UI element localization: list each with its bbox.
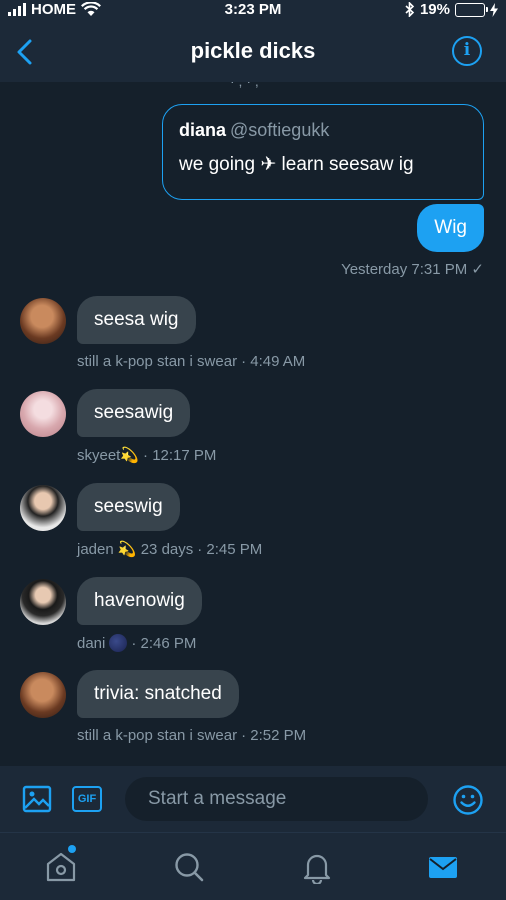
message-item: havenowig dani · 2:46 PM bbox=[0, 577, 506, 657]
conversation-header: pickle dicks i bbox=[0, 20, 506, 82]
avatar[interactable] bbox=[20, 391, 66, 437]
message-time: · 2:46 PM bbox=[131, 634, 197, 652]
message-bubble[interactable]: seeswig bbox=[77, 483, 180, 531]
avatar[interactable] bbox=[20, 485, 66, 531]
message-meta: skyeet💫 · 12:17 PM bbox=[77, 446, 217, 465]
message-item: seesa wig still a k-pop stan i swear · 4… bbox=[0, 296, 506, 376]
own-message-bubble[interactable]: Wig bbox=[417, 204, 484, 252]
home-tab-icon[interactable] bbox=[44, 850, 78, 884]
message-bubble[interactable]: seesa wig bbox=[77, 296, 196, 344]
clipped-text: · ; · , bbox=[230, 82, 259, 89]
own-message-meta: Yesterday 7:31 PM ✓ bbox=[341, 261, 484, 278]
message-bubble[interactable]: havenowig bbox=[77, 577, 202, 625]
message-bubble[interactable]: seesawig bbox=[77, 389, 191, 437]
message-time: · 2:45 PM bbox=[197, 540, 263, 558]
sender-name: dani bbox=[77, 634, 106, 652]
notifications-tab-icon[interactable] bbox=[300, 850, 334, 884]
sender-name: still a k-pop stan i swear bbox=[77, 727, 238, 744]
message-meta: still a k-pop stan i swear · 2:52 PM bbox=[77, 727, 306, 744]
message-bubble[interactable]: trivia: snatched bbox=[77, 670, 239, 718]
avatar[interactable] bbox=[20, 298, 66, 344]
message-composer: GIF bbox=[0, 766, 506, 832]
quoted-tweet-name: diana bbox=[179, 120, 227, 140]
battery-percent: 19% bbox=[419, 1, 450, 18]
message-meta: jaden 💫 23 days · 2:45 PM bbox=[77, 540, 263, 559]
emoji-icon[interactable] bbox=[452, 784, 484, 816]
charging-icon bbox=[490, 2, 498, 17]
sender-name: still a k-pop stan i swear bbox=[77, 353, 238, 370]
home-notification-dot bbox=[68, 845, 76, 853]
battery-icon bbox=[455, 2, 488, 17]
message-list[interactable]: · ; · , diana@softiegukk we going ✈ lear… bbox=[0, 82, 506, 766]
quoted-tweet-card[interactable]: diana @softiegukk we going ✈ learn seesaw… bbox=[162, 104, 484, 200]
quoted-tweet-header: diana @softiegukk bbox=[179, 120, 467, 141]
status-bar: HOME 3:23 PM 19% bbox=[0, 0, 506, 20]
message-time: · 4:49 AM bbox=[241, 353, 306, 370]
messages-tab-icon[interactable] bbox=[426, 850, 460, 884]
status-right: 19% bbox=[405, 1, 498, 18]
gif-button[interactable]: GIF bbox=[72, 786, 102, 812]
message-meta: dani · 2:46 PM bbox=[77, 634, 196, 652]
bluetooth-icon bbox=[405, 2, 415, 17]
avatar[interactable] bbox=[20, 672, 66, 718]
avatar[interactable] bbox=[20, 579, 66, 625]
message-time: · 2:52 PM bbox=[241, 727, 307, 744]
message-item: seesawig skyeet💫 · 12:17 PM bbox=[0, 389, 506, 469]
quoted-tweet-text: we going ✈ learn seesaw ig bbox=[179, 154, 414, 175]
info-button[interactable]: i bbox=[452, 36, 482, 66]
sender-name: jaden 💫 23 days bbox=[77, 541, 194, 558]
message-input[interactable] bbox=[125, 777, 428, 821]
conversation-title: pickle dicks bbox=[190, 38, 316, 63]
quoted-tweet-handle: @softiegukk bbox=[230, 120, 330, 140]
search-tab-icon[interactable] bbox=[172, 850, 206, 884]
moon-emoji-icon bbox=[109, 634, 128, 652]
image-icon[interactable] bbox=[22, 784, 52, 814]
message-item: trivia: snatched still a k-pop stan i sw… bbox=[0, 670, 506, 750]
message-meta: still a k-pop stan i swear · 4:49 AM bbox=[77, 353, 305, 370]
sender-name: skyeet💫 bbox=[77, 447, 140, 464]
message-time: · 12:17 PM bbox=[143, 446, 217, 464]
message-item: seeswig jaden 💫 23 days · 2:45 PM bbox=[0, 483, 506, 563]
